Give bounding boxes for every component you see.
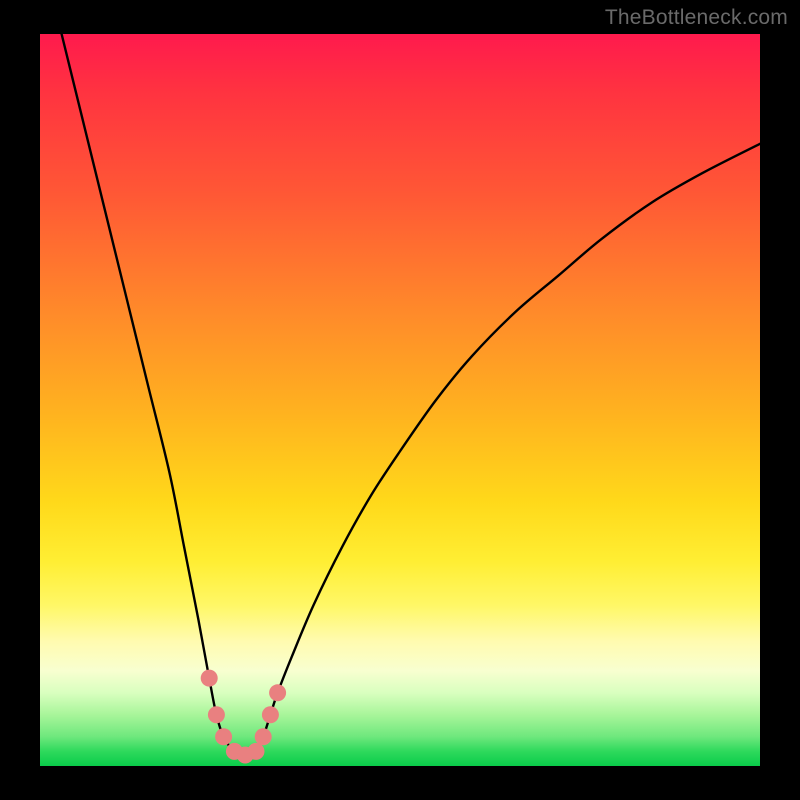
plot-area (40, 34, 760, 766)
highlight-dot (262, 706, 279, 723)
watermark-text: TheBottleneck.com (605, 6, 788, 30)
highlight-dot (269, 684, 286, 701)
highlight-dot (201, 670, 218, 687)
highlight-dot (208, 706, 225, 723)
curve-svg (40, 34, 760, 766)
bottleneck-curve (62, 34, 760, 755)
highlight-dots (201, 670, 286, 764)
highlight-dot (248, 743, 265, 760)
highlight-dot (255, 728, 272, 745)
highlight-dot (215, 728, 232, 745)
chart-frame: TheBottleneck.com (0, 0, 800, 800)
